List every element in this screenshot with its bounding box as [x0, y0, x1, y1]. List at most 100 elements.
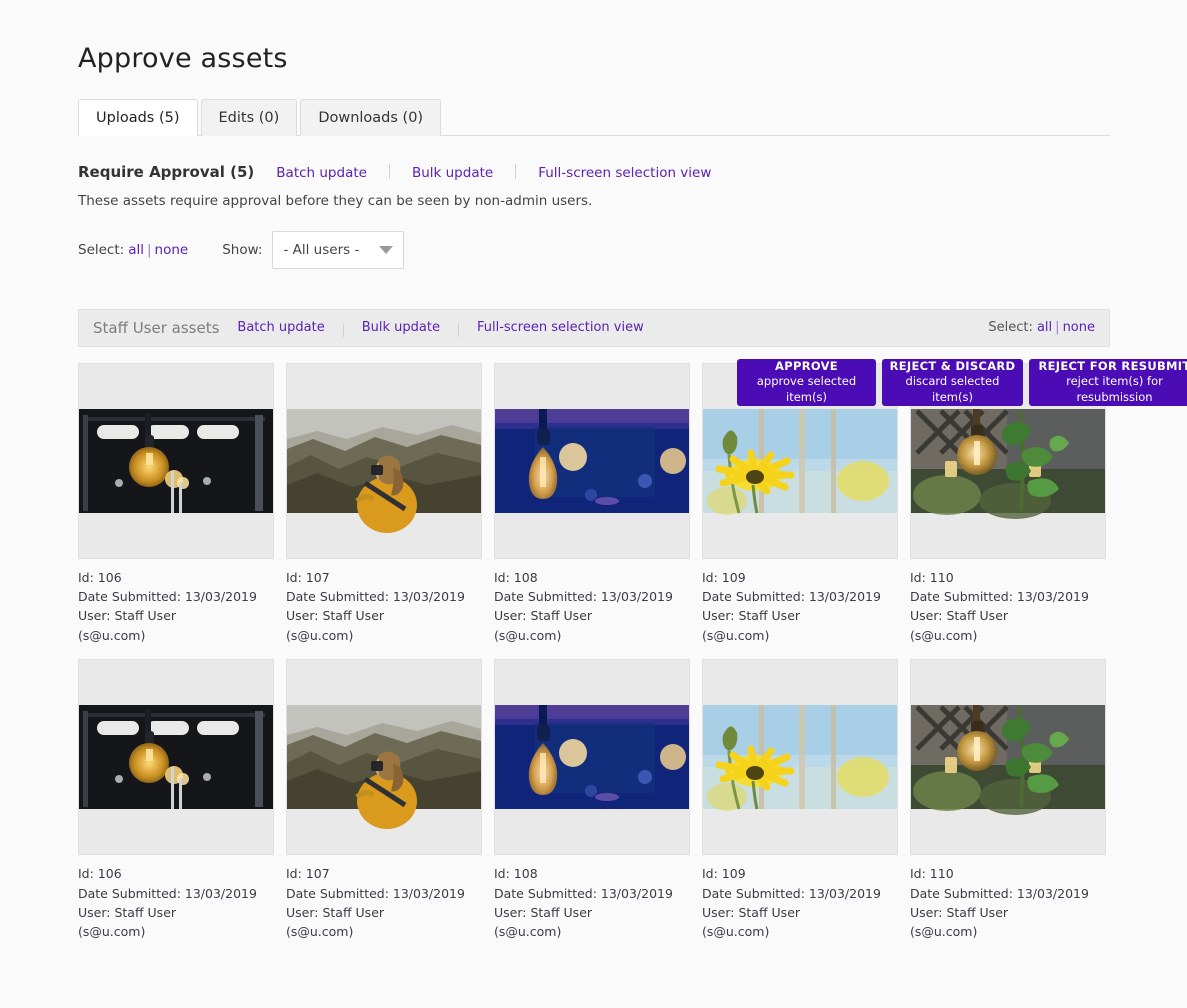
group-select-all-link[interactable]: all: [1037, 320, 1052, 335]
asset-metadata: Id: 110 Date Submitted: 13/03/2019 User: S…: [910, 568, 1106, 646]
reject-discard-button-subtitle: discard selected item(s): [905, 374, 1000, 404]
asset-metadata: Id: 109 Date Submitted: 13/03/2019 User: S…: [702, 568, 898, 646]
asset-metadata: Id: 107 Date Submitted: 13/03/2019 User: S…: [286, 864, 482, 942]
asset-date-submitted: Date Submitted: 13/03/2019: [910, 885, 1089, 901]
require-approval-title: Require Approval (5): [78, 162, 255, 181]
approve-button[interactable]: APPROVE approve selected item(s): [737, 358, 876, 406]
divider: [515, 163, 517, 179]
asset-grid: Id: 106 Date Submitted: 13/03/2019 User: S…: [78, 362, 1110, 942]
asset-metadata: Id: 110 Date Submitted: 13/03/2019 User: S…: [910, 864, 1106, 942]
asset-thumbnail[interactable]: [286, 659, 482, 856]
tab-downloads[interactable]: Downloads (0): [300, 98, 442, 136]
asset-id: Id: 106: [78, 866, 122, 882]
asset-user: User: Staff User: [78, 904, 177, 920]
select-none-link[interactable]: none: [155, 242, 189, 258]
bulk-update-link[interactable]: Bulk update: [412, 165, 493, 181]
asset-id: Id: 107: [286, 569, 330, 585]
asset-user-email: (s@u.com): [494, 924, 562, 940]
asset-date-submitted: Date Submitted: 13/03/2019: [286, 885, 465, 901]
asset-thumbnail[interactable]: [702, 659, 898, 856]
asset-date-submitted: Date Submitted: 13/03/2019: [286, 589, 465, 605]
asset-id: Id: 106: [78, 569, 122, 585]
group-bulk-update-link[interactable]: Bulk update: [362, 320, 440, 335]
user-filter-value: - All users -: [283, 241, 360, 258]
asset-user-email: (s@u.com): [494, 627, 562, 643]
group-batch-update-link[interactable]: Batch update: [237, 320, 324, 335]
divider: [342, 322, 344, 337]
asset-metadata: Id: 106 Date Submitted: 13/03/2019 User: S…: [78, 864, 274, 942]
fullscreen-selection-view-link[interactable]: Full-screen selection view: [538, 165, 711, 181]
selection-controls: Select: all | none Show: - All users -: [78, 230, 1109, 269]
show-label: Show:: [222, 241, 263, 258]
asset-date-submitted: Date Submitted: 13/03/2019: [494, 589, 673, 605]
asset-metadata: Id: 109 Date Submitted: 13/03/2019 User: S…: [702, 864, 898, 942]
asset-user-email: (s@u.com): [286, 627, 354, 643]
asset-user-email: (s@u.com): [910, 627, 978, 643]
asset-user-email: (s@u.com): [702, 627, 770, 643]
reject-discard-button-title: REJECT & DISCARD: [889, 358, 1016, 373]
asset-user-email: (s@u.com): [286, 924, 354, 940]
asset-thumbnail[interactable]: [78, 362, 274, 559]
asset-card: Id: 107 Date Submitted: 13/03/2019 User: S…: [286, 659, 482, 942]
approve-button-subtitle: approve selected item(s): [756, 374, 857, 404]
asset-user: User: Staff User: [78, 608, 177, 624]
asset-metadata: Id: 106 Date Submitted: 13/03/2019 User: S…: [78, 568, 274, 646]
asset-thumbnail[interactable]: [286, 362, 482, 559]
asset-user-email: (s@u.com): [702, 924, 770, 940]
group-title: Staff User assets: [93, 318, 220, 337]
asset-thumbnail[interactable]: [910, 659, 1106, 856]
asset-id: Id: 108: [494, 866, 538, 882]
batch-update-link[interactable]: Batch update: [276, 165, 367, 181]
asset-id: Id: 107: [286, 866, 330, 882]
asset-user-email: (s@u.com): [78, 627, 146, 643]
asset-user: User: Staff User: [286, 608, 385, 624]
reject-resubmit-button-subtitle: reject item(s) for resubmission: [1066, 374, 1163, 404]
asset-date-submitted: Date Submitted: 13/03/2019: [78, 589, 257, 605]
reject-discard-button[interactable]: REJECT & DISCARD discard selected item(s…: [882, 358, 1023, 406]
reject-resubmit-button[interactable]: REJECT FOR RESUBMIT reject item(s) for r…: [1029, 358, 1187, 406]
asset-user-email: (s@u.com): [78, 924, 146, 940]
tab-uploads[interactable]: Uploads (5): [78, 98, 198, 136]
tab-edits[interactable]: Edits (0): [200, 98, 298, 136]
asset-metadata: Id: 108 Date Submitted: 13/03/2019 User: S…: [494, 864, 690, 942]
select-pipe: |: [146, 241, 152, 258]
asset-date-submitted: Date Submitted: 13/03/2019: [702, 885, 881, 901]
reject-resubmit-button-title: REJECT FOR RESUBMIT: [1038, 358, 1187, 373]
tab-bar: Uploads (5) Edits (0) Downloads (0): [78, 98, 1110, 136]
asset-card: Id: 106 Date Submitted: 13/03/2019 User: S…: [78, 362, 274, 646]
asset-thumbnail[interactable]: [494, 362, 690, 559]
asset-user: User: Staff User: [910, 608, 1009, 624]
user-filter-select[interactable]: - All users -: [272, 230, 405, 269]
group-fullscreen-selection-view-link[interactable]: Full-screen selection view: [477, 320, 644, 335]
asset-card: Id: 106 Date Submitted: 13/03/2019 User: S…: [78, 659, 274, 942]
group-select-none-link[interactable]: none: [1063, 320, 1095, 335]
asset-id: Id: 110: [910, 569, 954, 585]
asset-thumbnail[interactable]: [78, 659, 274, 856]
asset-id: Id: 109: [702, 569, 746, 585]
group-select-pipe: |: [1055, 320, 1060, 336]
asset-card: Id: 110 Date Submitted: 13/03/2019 User: S…: [910, 659, 1106, 942]
page-title: Approve assets: [78, 43, 288, 74]
asset-card: Id: 108 Date Submitted: 13/03/2019 User: S…: [494, 659, 690, 942]
asset-user: User: Staff User: [702, 904, 801, 920]
asset-date-submitted: Date Submitted: 13/03/2019: [910, 589, 1089, 605]
content-wrapper: Require Approval (5) Batch update Bulk u…: [78, 162, 1187, 942]
asset-id: Id: 110: [910, 866, 954, 882]
asset-date-submitted: Date Submitted: 13/03/2019: [702, 589, 881, 605]
asset-user-email: (s@u.com): [910, 924, 978, 940]
asset-id: Id: 108: [494, 569, 538, 585]
approve-assets-page: Approve assets Uploads (5) Edits (0) Dow…: [0, 0, 1187, 942]
asset-thumbnail[interactable]: [494, 659, 690, 856]
approval-description: These assets require approval before the…: [78, 192, 593, 209]
asset-user: User: Staff User: [702, 608, 801, 624]
require-approval-header: Require Approval (5) Batch update Bulk u…: [78, 162, 1109, 181]
asset-user: User: Staff User: [494, 608, 593, 624]
divider: [457, 322, 459, 337]
asset-user: User: Staff User: [494, 904, 593, 920]
asset-id: Id: 109: [702, 866, 746, 882]
asset-metadata: Id: 107 Date Submitted: 13/03/2019 User: S…: [286, 568, 482, 646]
select-all-link[interactable]: all: [128, 242, 144, 258]
asset-card: Id: 108 Date Submitted: 13/03/2019 User: S…: [494, 362, 690, 646]
divider: [388, 163, 390, 179]
approval-action-buttons: APPROVE approve selected item(s) REJECT …: [737, 358, 1187, 406]
